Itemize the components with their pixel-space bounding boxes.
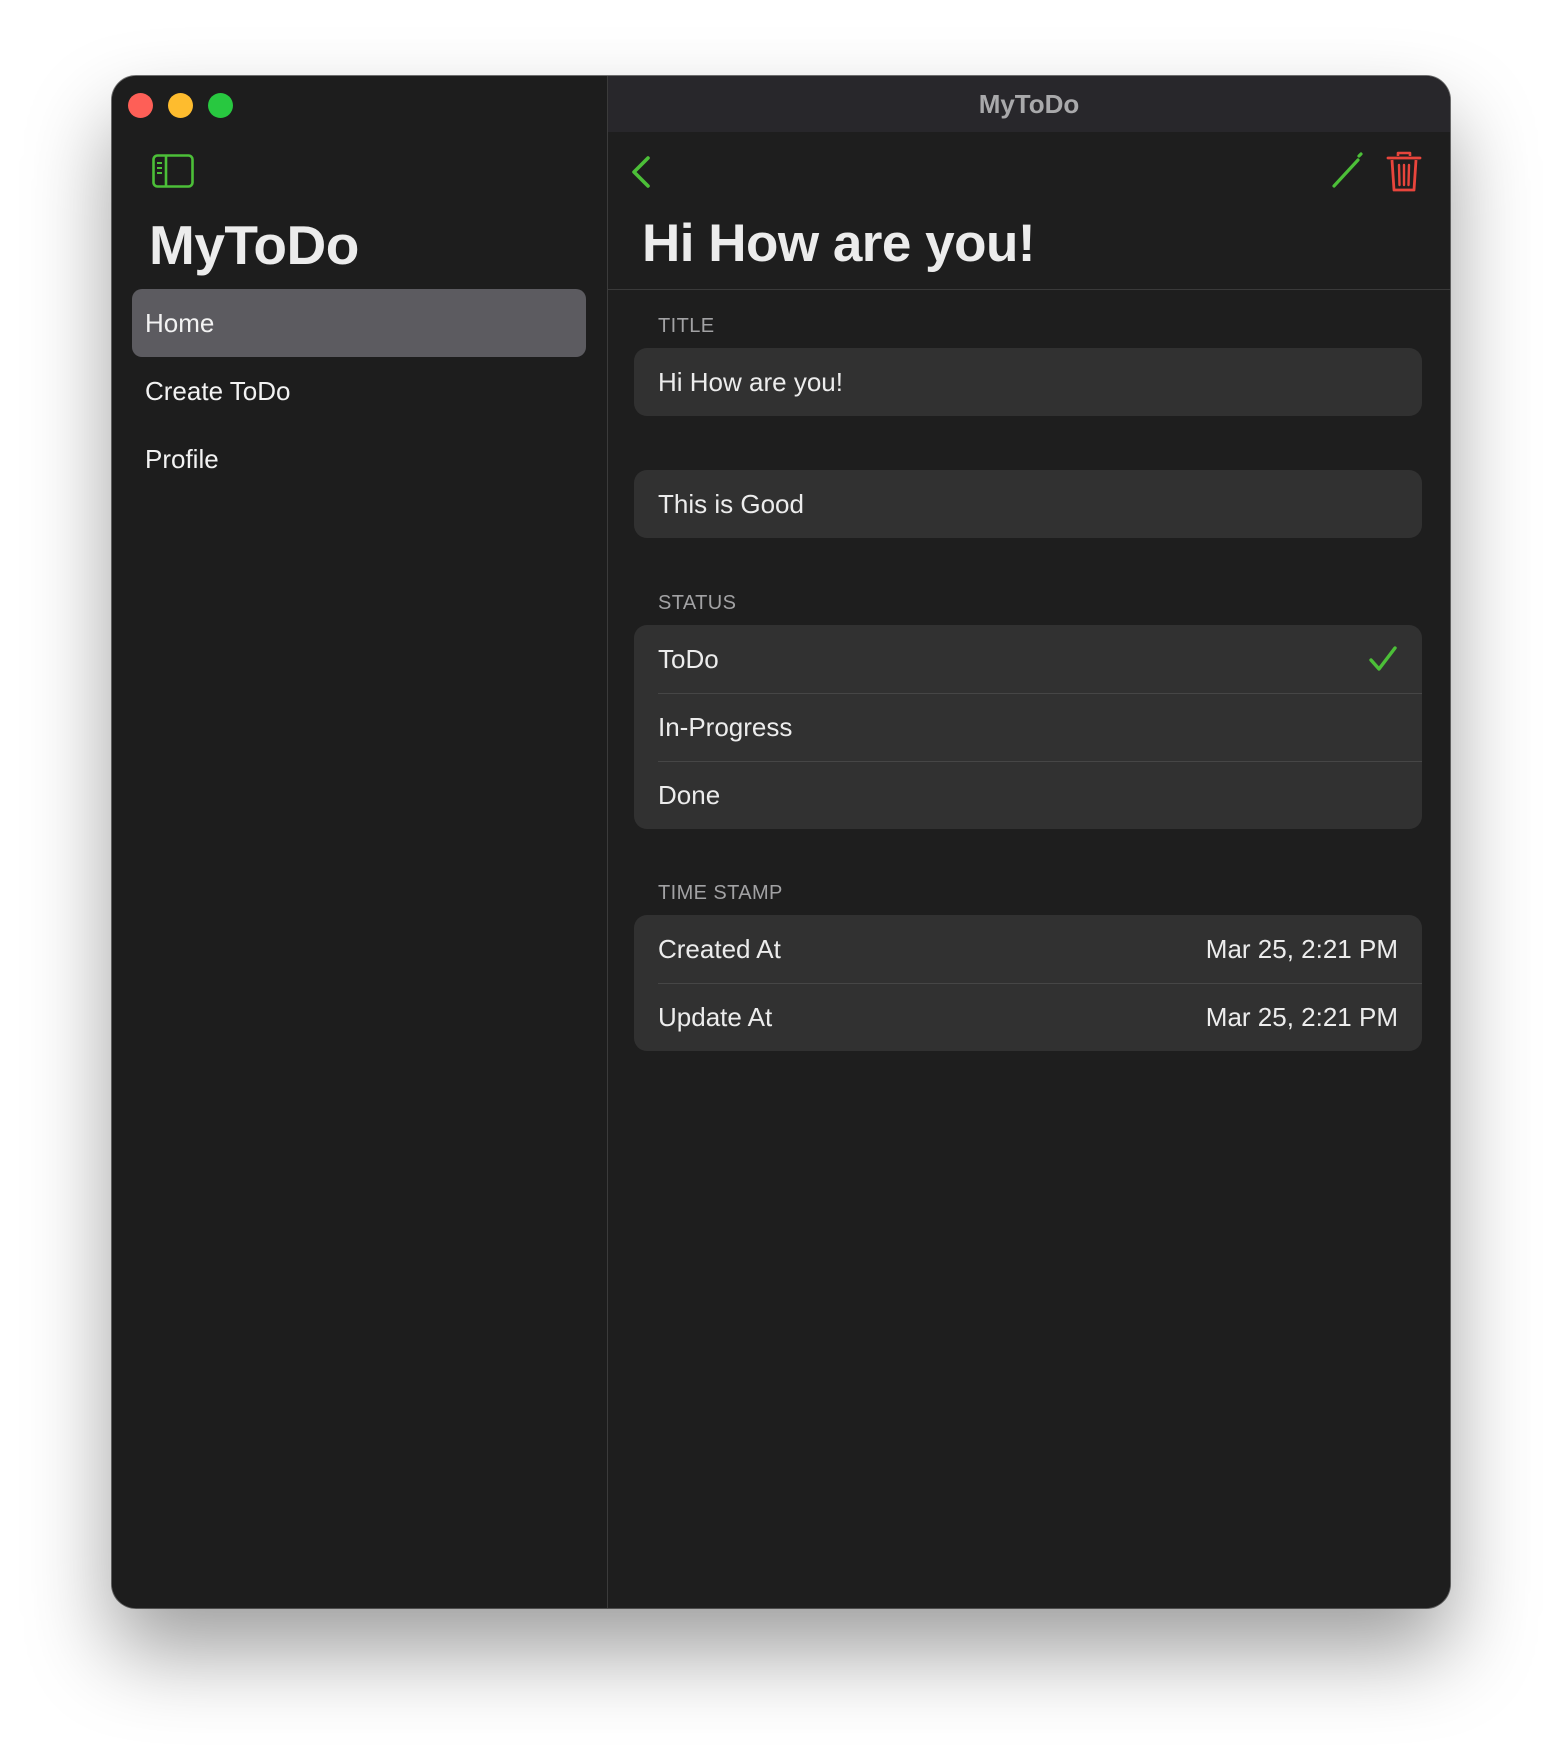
timestamp-group: Created At Mar 25, 2:21 PM Update At Mar… [634,915,1422,1051]
status-option-todo[interactable]: ToDo [634,625,1422,693]
status-option-label: Done [658,779,721,810]
detail-header: Hi How are you! [608,132,1450,290]
title-field-value: Hi How are you! [658,366,843,397]
zoom-window-button[interactable] [208,93,233,118]
created-at-row: Created At Mar 25, 2:21 PM [634,915,1422,983]
close-window-button[interactable] [128,93,153,118]
pencil-icon [1332,152,1363,188]
sidebar-nav: Home Create ToDo Profile [132,289,586,493]
page-title: Hi How are you! [642,214,1036,273]
description-field[interactable]: This is Good [634,470,1422,538]
sidebar-item-profile[interactable]: Profile [132,425,586,493]
app-window: MyToDo Home Create ToDo Profile MyToDo H… [112,76,1450,1608]
minimize-window-button[interactable] [168,93,193,118]
sidebar-item-create-todo[interactable]: Create ToDo [132,357,586,425]
updated-at-row: Update At Mar 25, 2:21 PM [634,983,1422,1051]
checkmark-icon [1369,646,1397,671]
status-group: ToDo In-Progress Done [634,625,1422,829]
edit-button[interactable] [1328,152,1366,192]
description-group: This is Good [634,470,1422,538]
created-at-label: Created At [658,933,781,964]
trash-icon [1386,151,1422,192]
description-field-value: This is Good [658,488,804,519]
timestamp-section-label: TIME STAMP [658,882,783,904]
title-field[interactable]: Hi How are you! [634,348,1422,416]
chevron-left-icon [632,156,650,188]
detail-pane: MyToDo Hi How are you! TITLE Hi How are … [608,76,1450,1608]
updated-at-value: Mar 25, 2:21 PM [1205,1001,1398,1032]
delete-button[interactable] [1384,150,1424,194]
title-group: Hi How are you! [634,348,1422,416]
title-section-label: TITLE [658,315,715,337]
window-title: MyToDo [608,76,1450,132]
sidebar-item-home[interactable]: Home [132,289,586,357]
sidebar-toggle-icon[interactable] [152,154,194,188]
back-button[interactable] [626,152,656,192]
sidebar: MyToDo Home Create ToDo Profile [112,76,608,1608]
status-option-label: In-Progress [658,711,793,742]
status-section-label: STATUS [658,592,737,614]
status-option-label: ToDo [658,643,719,674]
created-at-value: Mar 25, 2:21 PM [1205,933,1398,964]
status-option-in-progress[interactable]: In-Progress [634,693,1422,761]
updated-at-label: Update At [658,1001,773,1032]
status-option-done[interactable]: Done [634,761,1422,829]
sidebar-title: MyToDo [149,214,359,276]
